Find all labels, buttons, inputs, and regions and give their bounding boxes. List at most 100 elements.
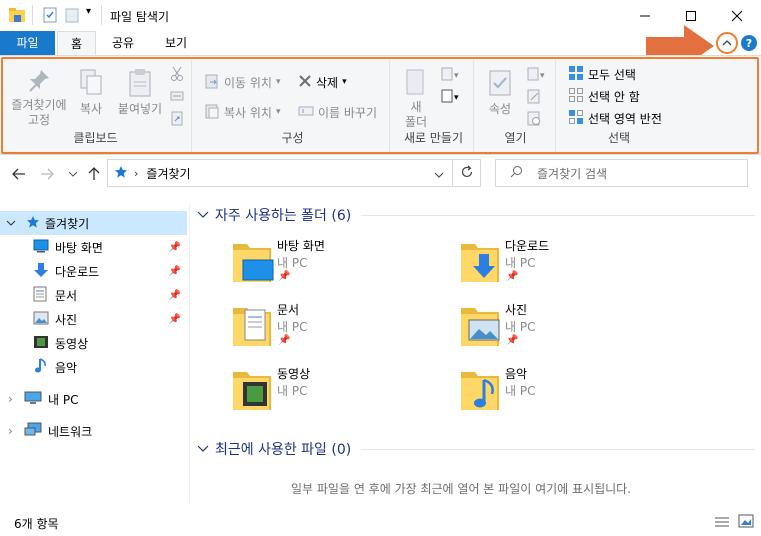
pin-icon [27, 68, 51, 98]
tab-view[interactable]: 보기 [152, 31, 200, 55]
properties-quick-icon[interactable] [42, 7, 58, 26]
pin-to-quick-access-button[interactable]: 즐겨찾기에 고정 [6, 68, 72, 128]
expand-chevron-icon[interactable]: › [8, 424, 18, 438]
nav-item-desktop[interactable]: 바탕 화면 📌 [0, 235, 187, 259]
computer-icon [24, 391, 42, 408]
quick-access-star-icon [26, 215, 40, 232]
address-bar[interactable]: › 즐겨찾기 [107, 159, 453, 187]
copy-icon [78, 68, 104, 102]
back-arrow-icon[interactable] [10, 165, 28, 183]
close-button[interactable] [714, 0, 760, 32]
document-icon [33, 286, 47, 305]
properties-icon [487, 68, 513, 102]
select-all-icon [568, 65, 584, 84]
clipboard-group: 즐겨찾기에 고정 복사 붙여넣기 클립보드 [0, 60, 192, 152]
open-icon[interactable]: ▾ [526, 66, 548, 85]
nav-this-pc[interactable]: › 내 PC [0, 387, 187, 411]
move-to-button[interactable]: 이동 위치 ▾ [204, 72, 281, 92]
history-icon[interactable] [526, 110, 542, 129]
new-folder-quick-icon[interactable] [64, 7, 80, 26]
help-icon[interactable]: ? [741, 35, 757, 51]
recent-locations-chevron-icon[interactable] [64, 165, 82, 183]
svg-text:▾: ▾ [454, 71, 459, 81]
easy-access-icon[interactable]: ▾ [440, 88, 462, 107]
invert-selection-button[interactable]: 선택 영역 반전 [568, 108, 662, 128]
nav-item-videos[interactable]: 동영상 [0, 331, 187, 355]
select-none-label: 선택 안 함 [588, 89, 640, 104]
folder-tile-downloads[interactable]: 다운로드 내 PC 📌 [459, 236, 669, 292]
tab-share[interactable]: 공유 [100, 31, 146, 55]
open-group: 속성 ▾ 열기 [476, 60, 556, 152]
folder-location: 내 PC [505, 320, 536, 334]
recent-files-header[interactable]: 최근에 사용한 파일 (0) [197, 439, 755, 459]
folder-tile-music[interactable]: 음악 내 PC [459, 364, 669, 420]
forward-arrow-icon[interactable] [38, 165, 56, 183]
folder-location: 내 PC [277, 384, 308, 398]
select-none-button[interactable]: 선택 안 함 [568, 86, 640, 106]
nav-item-music[interactable]: 음악 [0, 355, 187, 379]
copy-to-button[interactable]: 복사 위치 ▾ [204, 102, 281, 122]
refresh-button[interactable] [453, 159, 481, 187]
nav-item-label: 바탕 화면 [55, 240, 103, 255]
details-view-icon[interactable] [714, 515, 730, 532]
pin-icon: 📌 [278, 335, 291, 346]
tab-file[interactable]: 파일 [0, 31, 55, 55]
folder-tile-documents[interactable]: 문서 내 PC 📌 [231, 300, 441, 356]
new-folder-button[interactable]: 새 폴더 [398, 68, 434, 130]
cut-icon[interactable] [170, 66, 184, 85]
svg-text:▾: ▾ [540, 71, 545, 81]
address-dropdown-icon[interactable] [434, 168, 444, 182]
picture-icon [33, 311, 49, 328]
large-icons-view-icon[interactable] [738, 514, 754, 531]
copy-path-icon[interactable] [170, 90, 184, 105]
folder-tile-videos[interactable]: 동영상 내 PC [231, 364, 441, 420]
search-box[interactable]: 즐겨찾기 검색 [495, 159, 748, 187]
expand-chevron-icon[interactable] [6, 216, 18, 230]
edit-icon[interactable] [526, 88, 542, 107]
download-icon [33, 262, 49, 281]
folder-name: 바탕 화면 [277, 239, 325, 253]
new-folder-label-line2: 폴더 [404, 115, 428, 129]
expand-chevron-icon[interactable]: › [8, 392, 18, 406]
select-all-button[interactable]: 모두 선택 [568, 64, 636, 84]
nav-item-downloads[interactable]: 다운로드 📌 [0, 259, 187, 283]
folder-location: 내 PC [277, 320, 308, 334]
folder-tile-desktop[interactable]: 바탕 화면 내 PC 📌 [231, 236, 441, 292]
music-folder-icon [459, 366, 505, 412]
organize-group: 이동 위치 ▾ 복사 위치 ▾ 삭제 ▾ 이름 바꾸기 구성 [196, 60, 390, 152]
nav-network-label: 네트워크 [48, 424, 93, 439]
delete-x-icon [298, 74, 312, 91]
paste-button[interactable]: 붙여넣기 [114, 68, 166, 117]
paste-label: 붙여넣기 [117, 102, 163, 116]
paste-shortcut-icon[interactable] [170, 110, 184, 129]
section-chevron-icon [197, 441, 209, 457]
delete-button[interactable]: 삭제 ▾ [298, 72, 347, 92]
nav-item-documents[interactable]: 문서 📌 [0, 283, 187, 307]
nav-item-pictures[interactable]: 사진 📌 [0, 307, 187, 331]
pin-icon: 📌 [168, 241, 181, 253]
properties-button[interactable]: 속성 [480, 68, 520, 117]
pictures-folder-icon [459, 302, 505, 348]
new-item-icon[interactable]: ▾ [440, 66, 462, 85]
pin-icon: 📌 [168, 313, 181, 325]
video-icon [33, 335, 49, 352]
customize-toolbar-chevron-icon[interactable]: ▾ [86, 6, 91, 17]
copy-button[interactable]: 복사 [74, 68, 108, 117]
tab-home[interactable]: 홈 [57, 31, 96, 55]
move-to-icon [204, 73, 220, 92]
nav-quick-access[interactable]: 즐겨찾기 [0, 211, 187, 235]
search-placeholder: 즐겨찾기 검색 [537, 166, 608, 181]
nav-network[interactable]: › 네트워크 [0, 419, 187, 443]
breadcrumb-separator-icon[interactable]: › [134, 167, 138, 180]
collapse-ribbon-button[interactable] [716, 32, 738, 54]
up-arrow-icon[interactable] [85, 165, 103, 183]
rename-button[interactable]: 이름 바꾸기 [298, 102, 377, 122]
folder-tile-pictures[interactable]: 사진 내 PC 📌 [459, 300, 669, 356]
ribbon: 즐겨찾기에 고정 복사 붙여넣기 클립보드 이동 위치 ▾ 복사 위치 ▾ 삭제… [0, 55, 761, 155]
folder-name: 음악 [505, 367, 528, 381]
new-group: 새 폴더 ▾ ▾ 새로 만들기 [394, 60, 474, 152]
frequent-folders-header[interactable]: 자주 사용하는 폴더 (6) [197, 205, 755, 225]
pin-icon: 📌 [506, 335, 519, 346]
window-title: 파일 탐색기 [110, 10, 170, 24]
breadcrumb[interactable]: 즐겨찾기 [146, 165, 190, 182]
